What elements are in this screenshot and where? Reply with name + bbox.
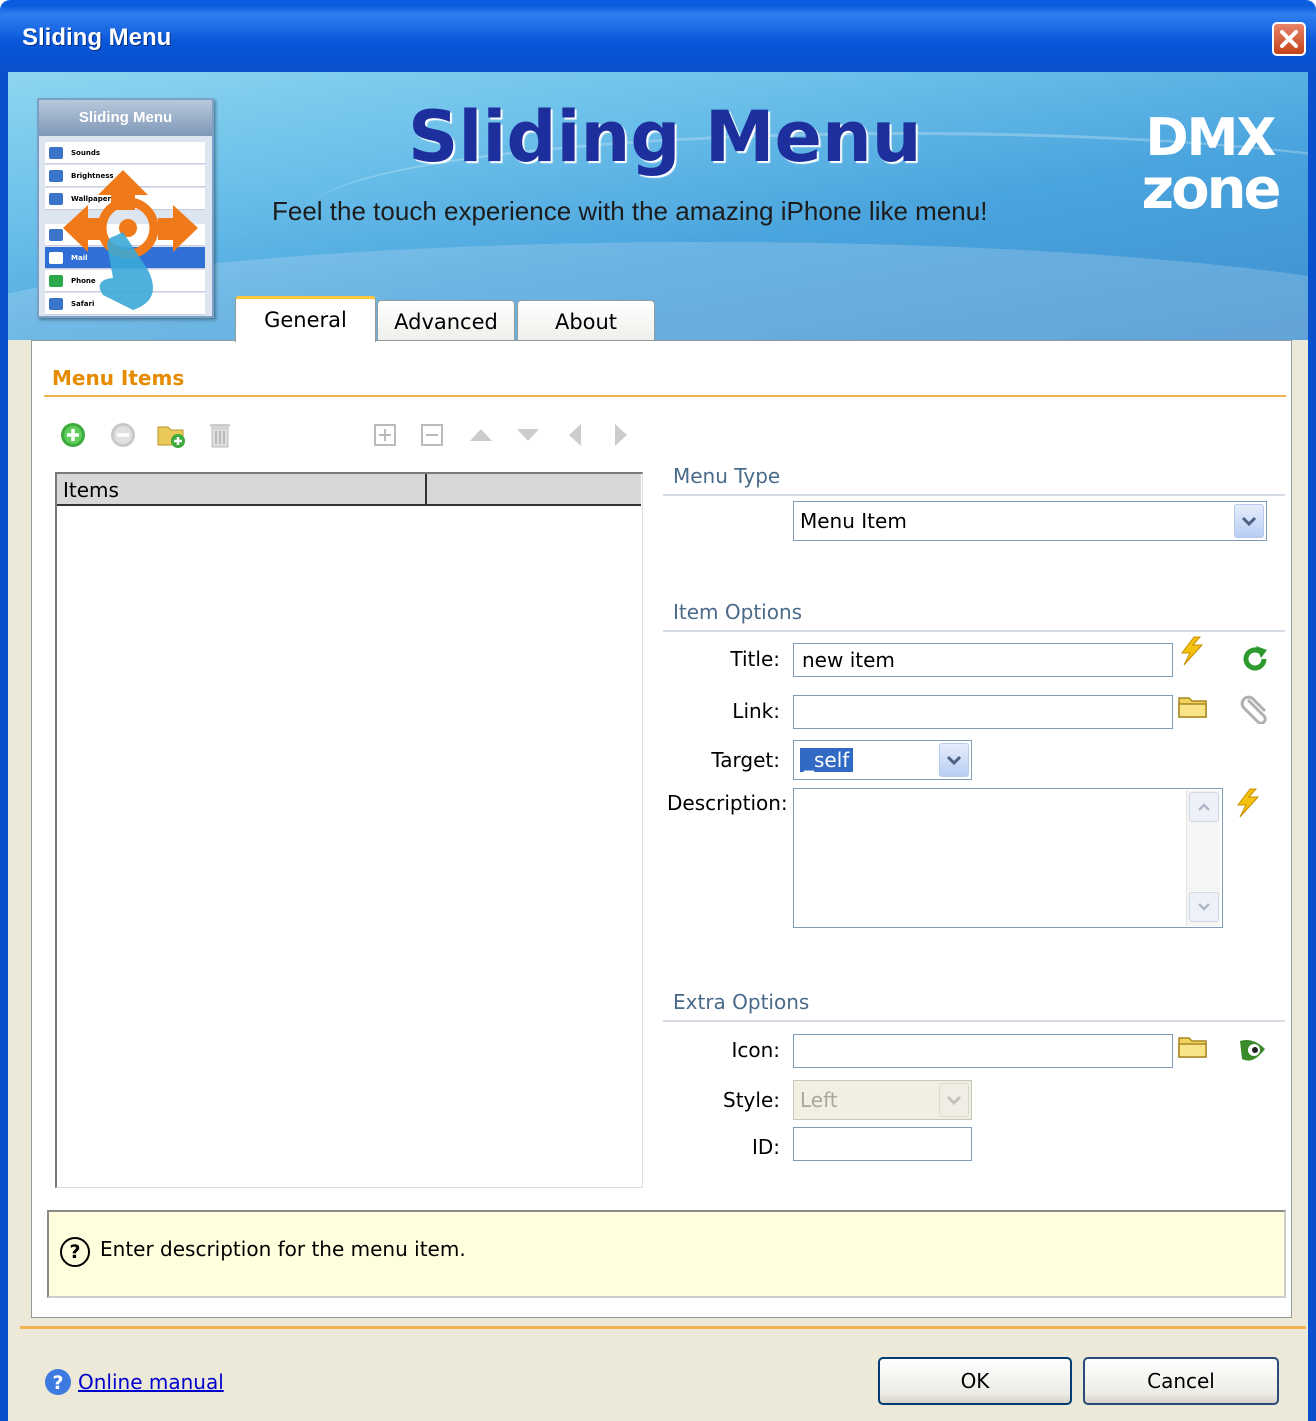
help-icon: ? [45,1369,71,1395]
lightning-icon [1181,636,1204,666]
help-text: Enter description for the menu item. [100,1237,466,1261]
description-scrollbar[interactable] [1186,790,1220,926]
link-label: Link: [732,699,780,723]
add-icon [61,423,85,447]
menu-type-value: Menu Item [800,509,907,533]
add-folder-button[interactable] [156,420,186,450]
footer-separator [20,1326,1306,1329]
close-icon [1280,30,1298,48]
add-item-button[interactable] [58,420,88,450]
triangle-down-icon [517,429,539,441]
triangle-right-icon [615,424,627,446]
dropdown-button[interactable] [939,743,969,777]
browse-icon-button[interactable] [1176,1030,1210,1064]
list-header: Items [57,474,641,506]
collapse-button[interactable] [417,420,447,450]
move-right-button[interactable] [606,420,636,450]
chevron-down-icon [946,755,962,766]
id-label: ID: [751,1135,780,1159]
expand-icon [374,424,396,446]
ok-button[interactable]: OK [878,1357,1072,1405]
banner-title: Sliding Menu [408,96,922,178]
question-icon: ? [60,1237,90,1267]
dropdown-button[interactable] [939,1083,969,1117]
folder-icon [1178,697,1207,718]
lightning-icon [1237,788,1260,818]
target-label: Target: [711,748,780,772]
group-item-options: Item Options [663,594,1285,632]
move-up-button[interactable] [466,420,496,450]
dmxzone-logo: DMX zone [1140,112,1282,232]
tab-about[interactable]: About [517,300,655,342]
logo-text-bottom: zone [1141,157,1282,222]
title-bar: Sliding Menu [0,0,1316,72]
preview-thumbnail: Sliding Menu Sounds Brightness Wallpaper… [37,98,214,318]
chevron-down-icon [1241,516,1257,527]
target-value: _self [800,748,854,772]
paperclip-icon [1240,695,1267,724]
folder-icon [1178,1037,1207,1058]
link-input[interactable] [793,695,1173,729]
move-down-button[interactable] [513,420,543,450]
touch-arrows-icon [63,170,198,310]
online-manual-link[interactable]: ? Online manual [44,1368,224,1396]
target-select[interactable]: _self [793,740,972,780]
cancel-button[interactable]: Cancel [1083,1357,1279,1405]
window-title: Sliding Menu [22,24,172,51]
style-label: Style: [723,1088,780,1112]
icon-input[interactable] [793,1034,1173,1068]
chevron-down-icon [1198,903,1210,911]
svg-text:?: ? [52,1372,63,1394]
section-divider [44,395,1286,397]
triangle-left-icon [569,424,581,446]
tab-general[interactable]: General [235,296,376,342]
icon-preview-button[interactable] [1236,1033,1270,1067]
section-title: Menu Items [52,366,185,390]
refresh-button[interactable] [1238,642,1272,676]
delete-button[interactable] [205,420,235,450]
group-menu-type: Menu Type [663,458,1285,496]
move-left-button[interactable] [560,420,590,450]
chevron-down-icon [946,1095,962,1106]
title-label: Title: [730,647,780,671]
id-input[interactable] [793,1127,972,1161]
tab-advanced[interactable]: Advanced [377,300,515,342]
chevron-up-icon [1198,803,1210,811]
description-textarea[interactable] [793,788,1223,928]
folder-add-icon [157,426,185,448]
group-extra-options: Extra Options [663,984,1285,1022]
scroll-down-button[interactable] [1189,892,1219,922]
banner-subtitle: Feel the touch experience with the amazi… [272,196,988,226]
thumb-title: Sliding Menu [39,100,212,136]
dropdown-button[interactable] [1234,504,1264,538]
online-manual-label[interactable]: Online manual [78,1370,224,1394]
icon-label: Icon: [731,1038,780,1062]
menu-type-select[interactable]: Menu Item [793,501,1267,541]
dynamic-data-button[interactable] [1174,634,1208,668]
link-attach-button[interactable] [1238,692,1272,726]
title-input[interactable]: new item [793,643,1173,677]
close-button[interactable] [1272,22,1306,56]
browse-link-button[interactable] [1176,690,1210,724]
triangle-up-icon [470,429,492,441]
remove-icon [111,423,135,447]
collapse-icon [421,424,443,446]
trash-icon [210,424,230,448]
column-header-items[interactable]: Items [57,474,427,504]
description-label: Description: [667,791,788,815]
remove-item-button[interactable] [108,420,138,450]
eye-icon [1240,1040,1265,1061]
refresh-icon [1243,646,1267,671]
style-value: Left [800,1088,838,1112]
items-tree[interactable]: Items [55,472,643,1188]
style-select[interactable]: Left [793,1080,972,1120]
description-dynamic-button[interactable] [1230,786,1264,820]
expand-button[interactable] [370,420,400,450]
scroll-up-button[interactable] [1189,792,1219,822]
